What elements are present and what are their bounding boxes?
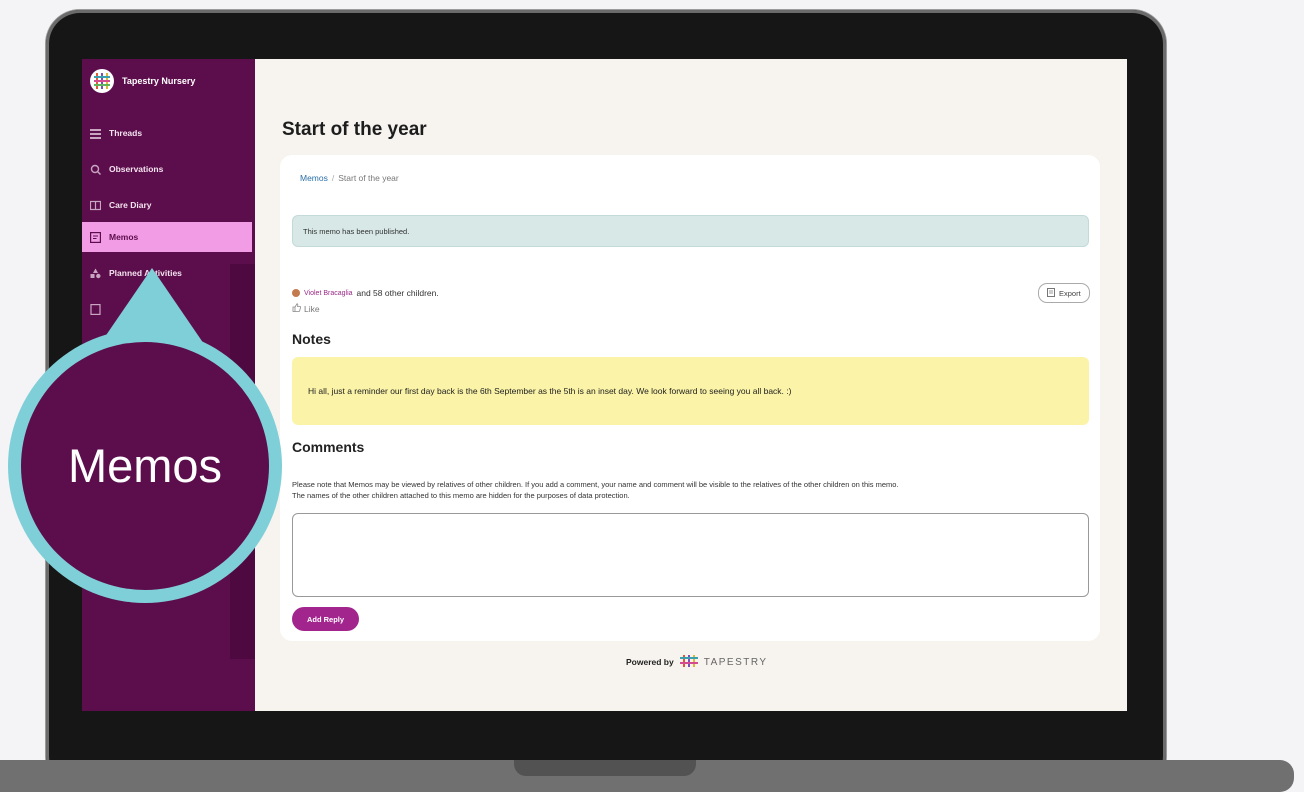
export-icon	[1047, 287, 1055, 299]
child-name-link[interactable]: Violet Bracaglia	[304, 290, 353, 297]
breadcrumb-separator: /	[331, 173, 335, 183]
care-diary-icon	[90, 200, 101, 211]
sidebar-item-more[interactable]	[82, 294, 252, 324]
comment-privacy-note: Please note that Memos may be viewed by …	[292, 479, 1092, 501]
comment-note-line: The names of the other children attached…	[292, 491, 630, 500]
sidebar-item-care-diary[interactable]: Care Diary	[82, 190, 252, 220]
other-children-text: and 58 other children.	[356, 288, 439, 298]
sidebar-item-planned-activities[interactable]: Planned Activities	[82, 258, 252, 288]
breadcrumb: Memos / Start of the year	[300, 173, 399, 183]
attached-children: Violet Bracaglia and 58 other children.	[292, 288, 439, 298]
memo-card: Memos / Start of the year This memo has be…	[280, 155, 1100, 641]
thumbs-up-icon	[292, 303, 301, 314]
sidebar-item-label: Planned Activities	[109, 268, 182, 278]
export-button[interactable]: Export	[1038, 283, 1090, 303]
comments-heading: Comments	[292, 439, 365, 455]
child-avatar	[292, 289, 300, 297]
notes-box: Hi all, just a reminder our first day ba…	[292, 357, 1089, 425]
breadcrumb-memos-link[interactable]: Memos	[300, 173, 328, 183]
powered-by-footer: Powered by TAPESTRY	[626, 655, 768, 669]
app-screen: Tapestry Nursery Threads Observations Ca…	[82, 59, 1127, 711]
sidebar-item-observations[interactable]: Observations	[82, 154, 252, 184]
alert-text: This memo has been published.	[303, 226, 410, 236]
nursery-logo-icon	[90, 69, 114, 93]
comment-note-line: Please note that Memos may be viewed by …	[292, 480, 899, 489]
like-button[interactable]: Like	[292, 303, 320, 314]
sidebar-item-label: Care Diary	[109, 200, 152, 210]
comment-textarea[interactable]	[292, 513, 1089, 597]
brand[interactable]: Tapestry Nursery	[90, 69, 195, 93]
notes-text: Hi all, just a reminder our first day ba…	[308, 386, 792, 396]
memos-icon	[90, 231, 101, 243]
sidebar: Tapestry Nursery Threads Observations Ca…	[82, 59, 255, 711]
document-icon	[90, 303, 101, 315]
powered-by-text: Powered by	[626, 657, 674, 667]
sidebar-item-label: Threads	[109, 128, 143, 138]
page-title: Start of the year	[282, 119, 427, 140]
sidebar-item-threads[interactable]: Threads	[82, 118, 252, 148]
laptop-notch	[514, 760, 696, 776]
callout-label: Memos	[67, 439, 223, 492]
published-alert: This memo has been published.	[292, 215, 1089, 247]
add-reply-button[interactable]: Add Reply	[292, 607, 359, 631]
breadcrumb-current: Start of the year	[338, 173, 399, 183]
like-label: Like	[304, 303, 320, 314]
notes-heading: Notes	[292, 331, 331, 347]
sidebar-item-label: Observations	[109, 164, 164, 174]
tapestry-wordmark: TAPESTRY	[703, 656, 768, 668]
sidebar-item-label: Memos	[109, 232, 139, 242]
sidebar-item-memos[interactable]: Memos	[82, 222, 252, 252]
threads-icon	[90, 128, 101, 139]
export-label: Export	[1059, 288, 1081, 298]
tapestry-logo-icon	[679, 655, 698, 669]
observations-icon	[90, 164, 101, 175]
nursery-name: Tapestry Nursery	[122, 76, 196, 86]
planned-activities-icon	[90, 268, 101, 279]
